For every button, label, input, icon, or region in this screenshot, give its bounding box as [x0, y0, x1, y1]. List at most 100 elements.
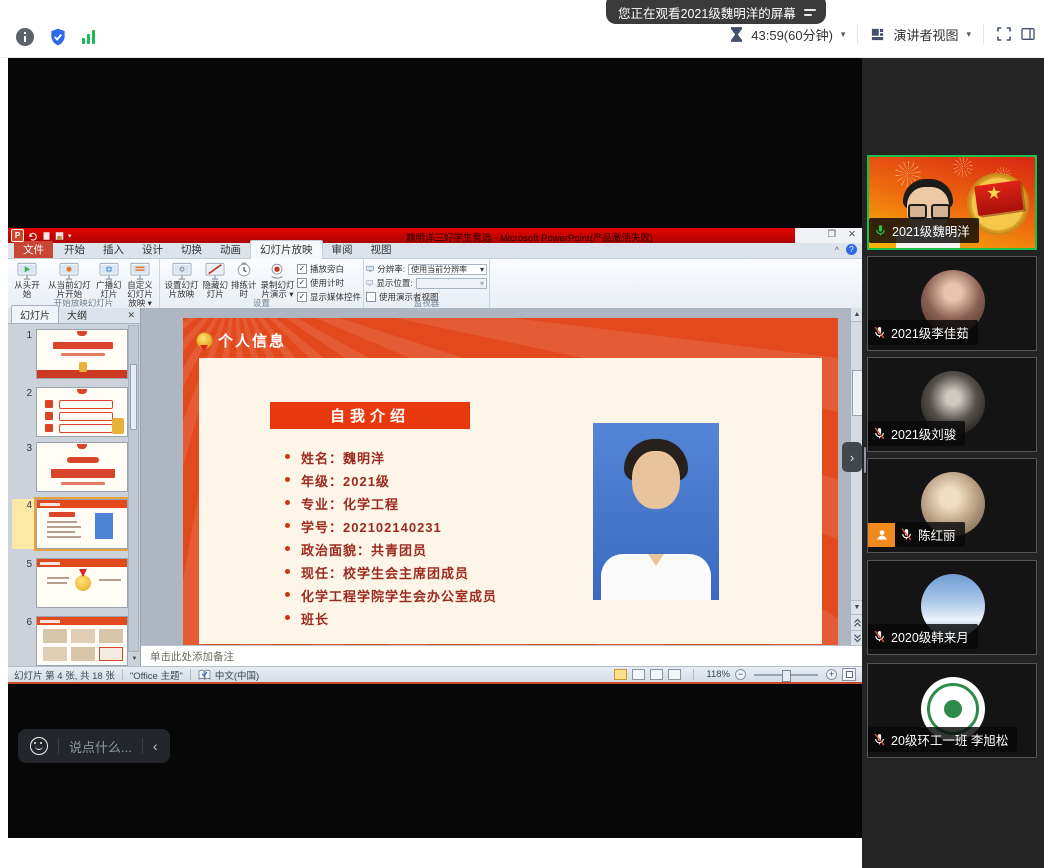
close-pane-icon[interactable]: ✕ — [127, 310, 135, 321]
slide-sorter-view-button[interactable] — [632, 669, 645, 680]
slide-content-area[interactable]: 自我介绍 姓名：魏明洋 年级：2021级 专业：化学工程 学号：20210214… — [199, 358, 822, 644]
tab-slides[interactable]: 幻灯片 — [11, 305, 59, 323]
slide-editor-canvas[interactable]: 个人信息 自我介绍 姓名：魏明洋 年级：2021级 专业：化学工程 学号：202… — [141, 308, 850, 645]
tab-file[interactable]: 文件 — [14, 241, 53, 258]
slide-thumbnail-row[interactable]: 3 — [12, 442, 128, 492]
normal-view-button[interactable] — [614, 669, 627, 680]
from-current-button[interactable]: 从当前幻灯片开始 — [44, 261, 95, 300]
theme-name[interactable]: "Office 主题" — [130, 668, 183, 682]
collapse-panel-button[interactable]: › — [842, 442, 862, 472]
scroll-up-icon[interactable]: ▲ — [851, 308, 862, 322]
slide-thumbnail[interactable] — [36, 499, 128, 549]
record-show-button[interactable]: 录制幻灯片演示 ▾ — [258, 261, 297, 300]
network-signal-icon[interactable] — [82, 30, 95, 44]
timer-caret-icon[interactable]: ▾ — [841, 29, 846, 40]
broadcast-button[interactable]: 广播幻灯片 — [95, 261, 123, 300]
participant-tile[interactable]: 2021级刘骏 — [867, 357, 1037, 452]
resolution-select[interactable]: 使用当前分辨率 ▾ — [408, 264, 487, 275]
previous-slide-button[interactable] — [851, 614, 862, 630]
next-slide-button[interactable] — [851, 630, 862, 646]
zoom-slider-thumb[interactable] — [782, 670, 791, 682]
emoji-icon[interactable] — [30, 737, 48, 755]
participant-tile[interactable]: 2020级韩来月 — [867, 560, 1037, 655]
scrollbar-thumb[interactable] — [852, 370, 862, 416]
show-on-select[interactable]: ▾ — [416, 278, 487, 289]
chat-quick-input[interactable]: 说点什么... ‹ — [18, 729, 170, 763]
reading-view-button[interactable] — [650, 669, 663, 680]
from-beginning-button[interactable]: 从头开始 — [10, 261, 44, 300]
document-icon[interactable] — [42, 231, 51, 241]
zoom-level[interactable]: 118% — [706, 669, 730, 680]
collapse-chat-icon[interactable]: ‹ — [153, 738, 158, 754]
current-slide[interactable]: 个人信息 自我介绍 姓名：魏明洋 年级：2021级 专业：化学工程 学号：202… — [183, 318, 838, 645]
collapse-ribbon-icon[interactable]: ^ — [835, 245, 839, 255]
zoom-out-button[interactable]: − — [735, 669, 746, 680]
medal-icon — [197, 333, 212, 348]
editor-scrollbar[interactable]: ▲ ▼ — [850, 308, 862, 645]
tab-view[interactable]: 视图 — [362, 241, 401, 258]
tab-home[interactable]: 开始 — [55, 241, 94, 258]
fullscreen-icon[interactable] — [996, 26, 1012, 42]
slide-thumbnail[interactable] — [36, 442, 128, 492]
powerpoint-logo-icon[interactable]: P — [11, 229, 24, 242]
slide-thumbnail-row[interactable]: 2 — [12, 387, 128, 437]
tab-transitions[interactable]: 切换 — [172, 241, 211, 258]
hide-slide-button[interactable]: 隐藏幻灯片 — [201, 261, 229, 300]
qat-caret-icon[interactable]: ▾ — [68, 232, 72, 240]
slide-thumbnail[interactable] — [36, 616, 128, 666]
zoom-slider[interactable] — [754, 674, 818, 676]
tab-design[interactable]: 设计 — [133, 241, 172, 258]
slide-counter: 幻灯片 第 4 张, 共 18 张 — [14, 668, 115, 682]
participant-tile-active-speaker[interactable]: 2021级魏明洋 — [867, 155, 1037, 250]
slide-thumbnail-row[interactable]: 6 — [12, 616, 128, 666]
slide-number: 4 — [12, 499, 36, 549]
help-icon[interactable]: ? — [846, 244, 857, 255]
watching-banner[interactable]: 您正在观看2021级魏明洋的屏幕 — [606, 0, 826, 24]
chat-input-placeholder[interactable]: 说点什么... — [69, 737, 132, 756]
layout-icon — [870, 27, 885, 42]
tab-insert[interactable]: 插入 — [94, 241, 133, 258]
participant-tile[interactable]: 2021级李佳茹 — [867, 256, 1037, 351]
tab-outline[interactable]: 大纲 — [59, 306, 95, 323]
play-narration-checkbox[interactable]: ✓ 播放旁白 — [297, 263, 361, 275]
tab-slideshow[interactable]: 幻灯片放映 — [250, 240, 323, 259]
meeting-app: 您正在观看2021级魏明洋的屏幕 43:59(60分钟) ▾ 演讲者视图 ▾ — [0, 0, 1044, 868]
spellcheck-icon[interactable] — [198, 669, 211, 681]
thumbnails-scrollbar[interactable] — [128, 325, 139, 652]
slideshow-view-button[interactable] — [668, 669, 681, 680]
participant-tile[interactable]: 20级环工一班 李旭松 — [867, 663, 1037, 758]
close-icon[interactable]: ✕ — [848, 229, 856, 240]
slide-thumbnail[interactable] — [36, 558, 128, 608]
side-panel-icon[interactable] — [1020, 26, 1036, 42]
setup-show-button[interactable]: 设置幻灯片放映 — [162, 261, 201, 300]
view-mode-caret-icon[interactable]: ▾ — [966, 29, 971, 40]
banner-menu-icon[interactable] — [804, 9, 816, 16]
language-indicator[interactable]: 中文(中国) — [215, 668, 259, 682]
fit-to-window-button[interactable] — [842, 668, 856, 681]
view-mode-label[interactable]: 演讲者视图 — [893, 25, 958, 44]
ppt-status-bar: 幻灯片 第 4 张, 共 18 张 "Office 主题" 中文(中国) 118… — [8, 666, 862, 682]
rehearse-button[interactable]: 排练计时 — [229, 261, 257, 300]
slide-thumbnail-row[interactable]: 5 — [12, 558, 128, 608]
save-icon[interactable] — [55, 231, 64, 241]
scroll-down-icon[interactable]: ▼ — [851, 600, 862, 615]
slide-thumbnail[interactable] — [36, 387, 128, 437]
undo-icon[interactable] — [28, 231, 38, 241]
tab-review[interactable]: 审阅 — [323, 241, 362, 258]
zoom-in-button[interactable]: + — [826, 669, 837, 680]
slide-thumbnail-row-selected[interactable]: 4 — [12, 499, 128, 549]
use-timings-checkbox[interactable]: ✓ 使用计时 — [297, 277, 361, 289]
tab-animations[interactable]: 动画 — [211, 241, 250, 258]
info-icon[interactable] — [16, 28, 34, 46]
shield-check-icon[interactable] — [48, 27, 68, 47]
participant-tile[interactable]: 陈红丽 — [867, 458, 1037, 553]
ribbon-group-monitors: 分辨率: 使用当前分辨率 ▾ 显示位置: ▾ — [364, 259, 490, 309]
meeting-timer[interactable]: 43:59(60分钟) — [751, 25, 833, 44]
notes-pane[interactable]: 单击此处添加备注 — [141, 645, 862, 666]
slide-number: 3 — [12, 442, 36, 492]
slide-thumbnail-row[interactable]: 1 — [12, 329, 128, 379]
slide-thumbnail[interactable] — [36, 329, 128, 379]
panel-drag-handle[interactable] — [864, 447, 866, 473]
thumbnails-scroll-down-icon[interactable]: ▼ — [130, 654, 139, 664]
restore-icon[interactable]: ❐ — [828, 229, 837, 240]
